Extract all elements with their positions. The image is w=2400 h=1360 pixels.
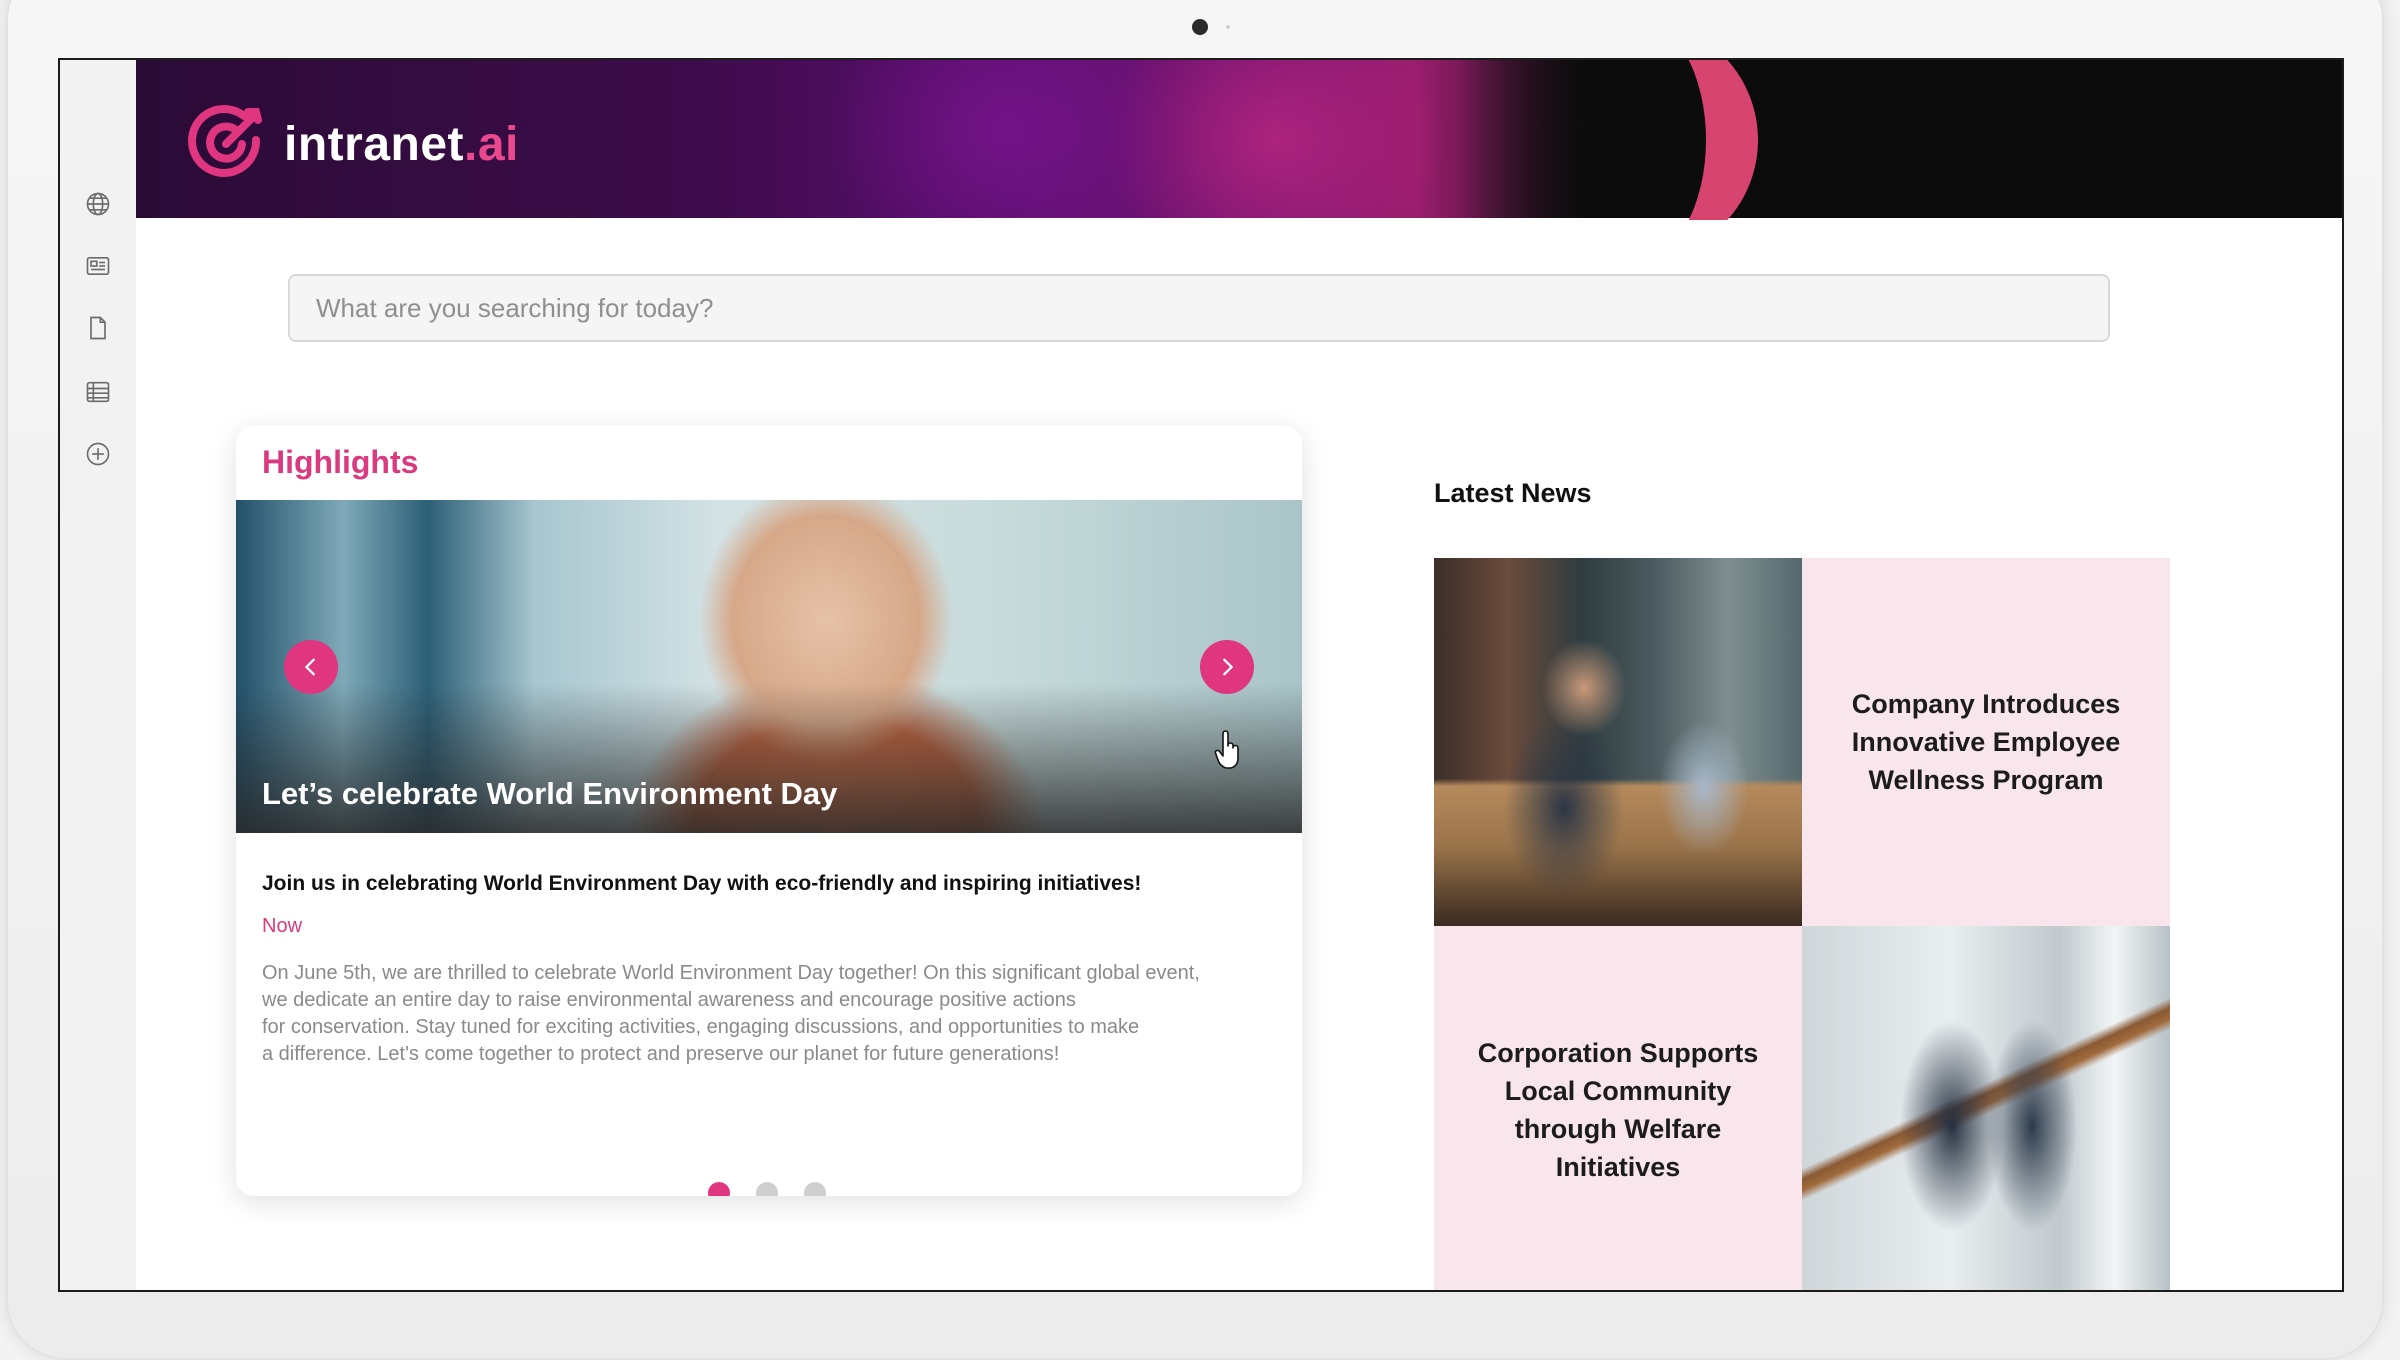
news-image-office-team[interactable] — [1434, 558, 1802, 926]
chevron-left-icon — [304, 658, 315, 676]
sidebar — [60, 60, 136, 1290]
table-icon[interactable] — [84, 378, 112, 406]
carousel-dot-2[interactable] — [756, 1182, 778, 1196]
highlights-title: Highlights — [262, 444, 419, 480]
newspaper-icon[interactable] — [84, 252, 112, 280]
chevron-right-icon — [1223, 658, 1234, 676]
target-logo-icon — [188, 102, 268, 187]
carousel-dot-3[interactable] — [804, 1182, 826, 1196]
camera-icon — [1192, 19, 1208, 35]
highlight-subtitle: Join us in celebrating World Environment… — [262, 872, 1142, 895]
search-input[interactable]: What are you searching for today? — [288, 274, 2110, 342]
logo-text: intranet.ai — [284, 118, 519, 171]
news-image-staircase[interactable] — [1802, 926, 2170, 1290]
highlight-slide-image[interactable]: Let’s celebrate World Environment Day — [236, 500, 1302, 833]
camera-sensor — [1226, 25, 1230, 29]
carousel-dot-1[interactable] — [708, 1182, 730, 1196]
highlights-card: Highlights Let’s celebrate World Environ… — [236, 426, 1302, 1196]
news-headline: Company Introduces Innovative Employee W… — [1851, 689, 2121, 795]
carousel-pagination — [708, 1182, 826, 1196]
news-card-community[interactable]: Corporation Supports Local Community thr… — [1434, 926, 1802, 1290]
logo[interactable]: intranet.ai — [188, 102, 519, 187]
next-slide-button[interactable] — [1200, 640, 1254, 694]
document-icon[interactable] — [84, 314, 112, 342]
news-card-wellness[interactable]: Company Introduces Innovative Employee W… — [1802, 558, 2170, 926]
highlight-description: On June 5th, we are thrilled to celebrat… — [262, 962, 1200, 1065]
globe-icon[interactable] — [84, 190, 112, 218]
latest-news-title: Latest News — [1434, 478, 1592, 508]
header-banner: intranet.ai — [136, 60, 2342, 220]
highlight-timestamp: Now — [262, 915, 303, 937]
news-grid: Company Introduces Innovative Employee W… — [1434, 558, 2170, 1290]
screen: intranet.ai What are you searching for t… — [58, 58, 2344, 1292]
hand-cursor-icon — [1214, 730, 1239, 769]
decorative-arc — [1638, 60, 1758, 220]
slide-title: Let’s celebrate World Environment Day — [262, 776, 838, 811]
add-circle-icon[interactable] — [84, 440, 112, 468]
previous-slide-button[interactable] — [284, 640, 338, 694]
news-headline: Corporation Supports Local Community thr… — [1477, 1038, 1759, 1182]
